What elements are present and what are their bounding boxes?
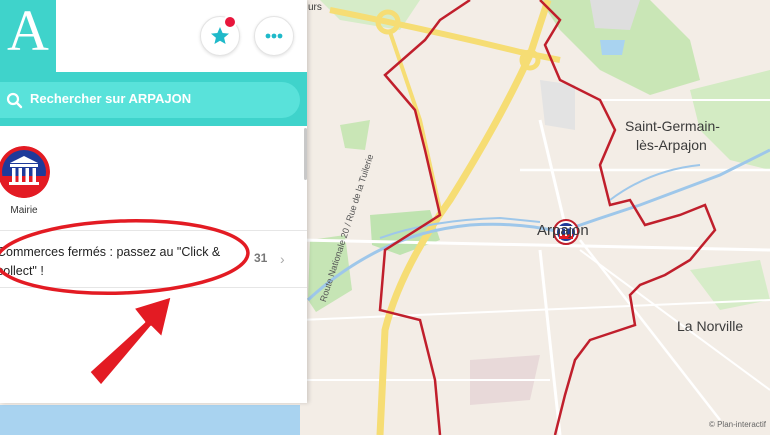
more-button[interactable] bbox=[254, 16, 294, 56]
city-hall-icon bbox=[0, 146, 50, 198]
list-item-count: 31 bbox=[254, 251, 268, 265]
search-icon bbox=[6, 92, 23, 109]
chevron-right-icon: › bbox=[280, 251, 285, 267]
side-panel: A Rechercher sur ARPAJON Mairie Commerce… bbox=[0, 0, 307, 403]
park-area bbox=[340, 120, 370, 150]
park-area bbox=[540, 80, 575, 130]
river bbox=[0, 405, 300, 435]
map-label-saint-germain-2: lès-Arpajon bbox=[636, 137, 707, 153]
search-placeholder: Rechercher sur ARPAJON bbox=[30, 91, 192, 106]
shortcut-label-mairie: Mairie bbox=[10, 205, 38, 216]
scrollbar[interactable] bbox=[304, 128, 307, 180]
more-dots-icon bbox=[265, 33, 283, 39]
list-item-title: Commerces fermés : passez au "Click & co… bbox=[0, 245, 221, 278]
map-label-saint-germain-1: Saint-Germain- bbox=[625, 118, 720, 134]
map-label-top-fragment: urs bbox=[308, 2, 322, 13]
water bbox=[600, 40, 625, 55]
divider bbox=[0, 230, 307, 231]
divider bbox=[0, 287, 307, 288]
map-label-la-norville: La Norville bbox=[677, 318, 744, 334]
map-label-arpajon: Arpajon bbox=[537, 222, 589, 239]
app-logo[interactable]: A bbox=[0, 0, 56, 72]
notification-dot bbox=[223, 15, 237, 29]
favorites-button[interactable] bbox=[200, 15, 240, 56]
map-attribution: © Plan-interactif bbox=[708, 420, 766, 429]
